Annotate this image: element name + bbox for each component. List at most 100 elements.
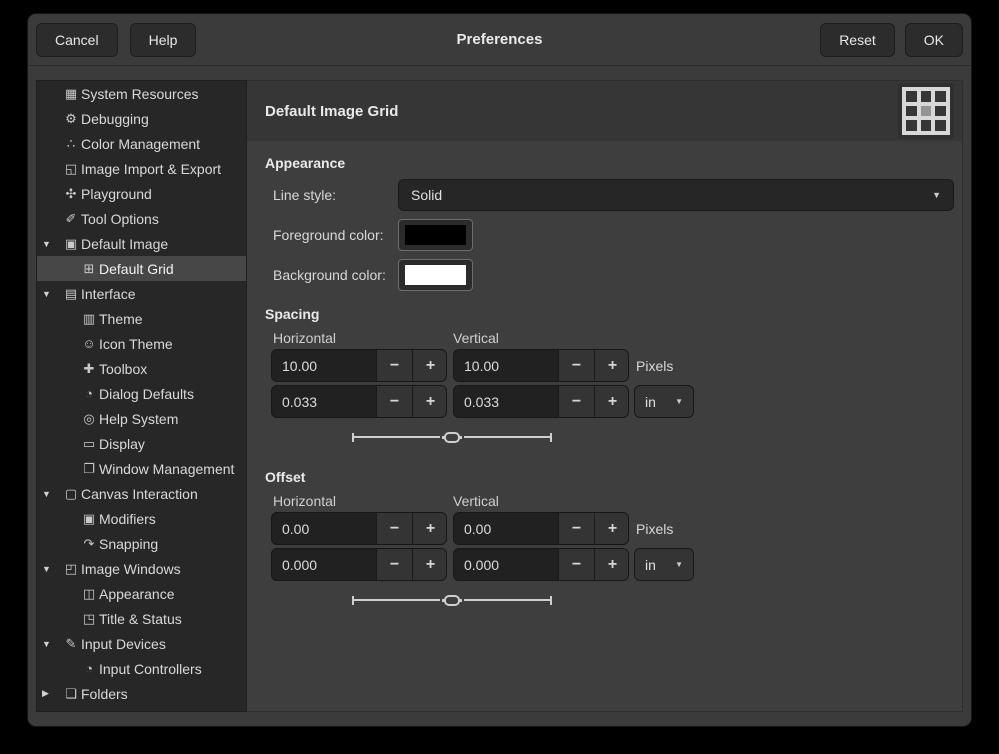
content-pane: Default Image Grid Appearance Line style… [247,80,963,712]
decrement-button[interactable]: − [558,386,594,417]
foreground-color-label: Foreground color: [273,227,398,243]
offset-horizontal-units-input[interactable] [272,549,376,580]
decrement-button[interactable]: − [558,350,594,381]
sidebar-item-playground[interactable]: ✣Playground [37,181,246,206]
sidebar-item-dialog-defaults[interactable]: ◔Dialog Defaults [37,381,246,406]
sidebar-item-label: Dialog Defaults [99,386,194,402]
sidebar-item-label: Tool Options [81,211,159,227]
tablet-pen-icon: ✎ [62,636,80,652]
sidebar-item-interface[interactable]: ▼▤Interface [37,281,246,306]
expander-open-icon[interactable]: ▼ [42,489,62,499]
background-color-label: Background color: [273,267,398,283]
increment-button[interactable]: + [594,513,629,544]
background-color-button[interactable] [398,259,473,291]
spacing-horizontal-units-input[interactable] [272,386,376,417]
chevron-down-icon: ▼ [675,560,683,569]
spacing-chain-link-toggle[interactable] [352,431,550,443]
spacing-units-row: − + − + in ▼ [271,385,954,418]
increment-button[interactable]: + [412,549,447,580]
ok-button[interactable]: OK [905,23,963,57]
spacing-vertical-units-input[interactable] [454,386,558,417]
sidebar-item-help-system[interactable]: ◎Help System [37,406,246,431]
debugging-icon: ⚙ [62,111,80,127]
titlebar: Cancel Help Preferences Reset OK [28,14,971,66]
sidebar-item-label: Debugging [81,111,149,127]
sidebar-item-label: Color Management [81,136,200,152]
offset-chain-link-toggle[interactable] [352,594,550,606]
spacing-vertical-pixels-spinbox: − + [453,349,629,382]
sidebar-item-modifiers[interactable]: ▣Modifiers [37,506,246,531]
increment-button[interactable]: + [412,350,447,381]
sidebar-item-title-status[interactable]: ◳Title & Status [37,606,246,631]
sidebar-item-icon-theme[interactable]: ☺Icon Theme [37,331,246,356]
dialog-body: ▦System Resources ⚙Debugging ∴Color Mana… [36,80,963,712]
offset-horizontal-units-spinbox: − + [271,548,447,581]
offset-horizontal-pixels-input[interactable] [272,513,376,544]
sidebar-item-default-image[interactable]: ▼▣Default Image [37,231,246,256]
sidebar-item-label: Interface [81,286,135,302]
spacing-horizontal-pixels-spinbox: − + [271,349,447,382]
image-icon: ▣ [62,236,80,252]
sidebar-item-image-import-export[interactable]: ◱Image Import & Export [37,156,246,181]
increment-button[interactable]: + [594,549,629,580]
sidebar-item-theme[interactable]: ▥Theme [37,306,246,331]
foreground-color-button[interactable] [398,219,473,251]
spacing-unit-dropdown[interactable]: in ▼ [634,385,694,418]
playground-fan-icon: ✣ [62,186,80,202]
offset-heading: Offset [265,469,954,485]
decrement-button[interactable]: − [376,513,412,544]
increment-button[interactable]: + [412,513,447,544]
spacing-horizontal-units-spinbox: − + [271,385,447,418]
foreground-color-row: Foreground color: [265,219,954,251]
spacing-vertical-pixels-input[interactable] [454,350,558,381]
sidebar-item-tool-options[interactable]: ✐Tool Options [37,206,246,231]
expander-open-icon[interactable]: ▼ [42,289,62,299]
reset-button[interactable]: Reset [820,23,895,57]
offset-axis-labels: Horizontal Vertical [273,493,954,509]
sidebar-item-appearance[interactable]: ◫Appearance [37,581,246,606]
sidebar-item-window-management[interactable]: ❐Window Management [37,456,246,481]
sidebar-item-canvas-interaction[interactable]: ▼▢Canvas Interaction [37,481,246,506]
sidebar-item-folders[interactable]: ▶❏Folders [37,681,246,706]
spacing-pixels-unit-label: Pixels [636,358,673,374]
modifiers-icon: ▣ [80,511,98,527]
monitor-icon: ▭ [80,436,98,452]
sidebar-item-color-management[interactable]: ∴Color Management [37,131,246,156]
decrement-button[interactable]: − [376,386,412,417]
offset-horizontal-pixels-spinbox: − + [271,512,447,545]
sidebar-item-debugging[interactable]: ⚙Debugging [37,106,246,131]
decrement-button[interactable]: − [558,549,594,580]
help-button[interactable]: Help [130,23,197,57]
offset-horizontal-label: Horizontal [273,493,453,509]
sidebar-item-default-grid[interactable]: ⊞Default Grid [37,256,246,281]
increment-button[interactable]: + [594,386,629,417]
cancel-button[interactable]: Cancel [36,23,118,57]
expander-open-icon[interactable]: ▼ [42,639,62,649]
line-style-dropdown[interactable]: Solid ▼ [398,179,954,211]
sidebar-item-label: System Resources [81,86,198,102]
spacing-horizontal-pixels-input[interactable] [272,350,376,381]
expander-open-icon[interactable]: ▼ [42,239,62,249]
sidebar-item-system-resources[interactable]: ▦System Resources [37,81,246,106]
theme-icon: ▥ [80,311,98,327]
offset-vertical-pixels-spinbox: − + [453,512,629,545]
sidebar-item-input-devices[interactable]: ▼✎Input Devices [37,631,246,656]
spacing-vertical-units-spinbox: − + [453,385,629,418]
offset-vertical-units-input[interactable] [454,549,558,580]
increment-button[interactable]: + [412,386,447,417]
decrement-button[interactable]: − [376,549,412,580]
sidebar-item-display[interactable]: ▭Display [37,431,246,456]
sidebar-item-label: Image Windows [81,561,181,577]
sidebar-item-snapping[interactable]: ↷Snapping [37,531,246,556]
expander-closed-icon[interactable]: ▶ [42,688,62,699]
offset-vertical-pixels-input[interactable] [454,513,558,544]
increment-button[interactable]: + [594,350,629,381]
sidebar-item-image-windows[interactable]: ▼◰Image Windows [37,556,246,581]
decrement-button[interactable]: − [558,513,594,544]
sidebar-item-input-controllers[interactable]: ◔Input Controllers [37,656,246,681]
expander-open-icon[interactable]: ▼ [42,564,62,574]
decrement-button[interactable]: − [376,350,412,381]
sidebar-item-toolbox[interactable]: ✚Toolbox [37,356,246,381]
page-header: Default Image Grid [247,81,962,141]
offset-unit-dropdown[interactable]: in ▼ [634,548,694,581]
